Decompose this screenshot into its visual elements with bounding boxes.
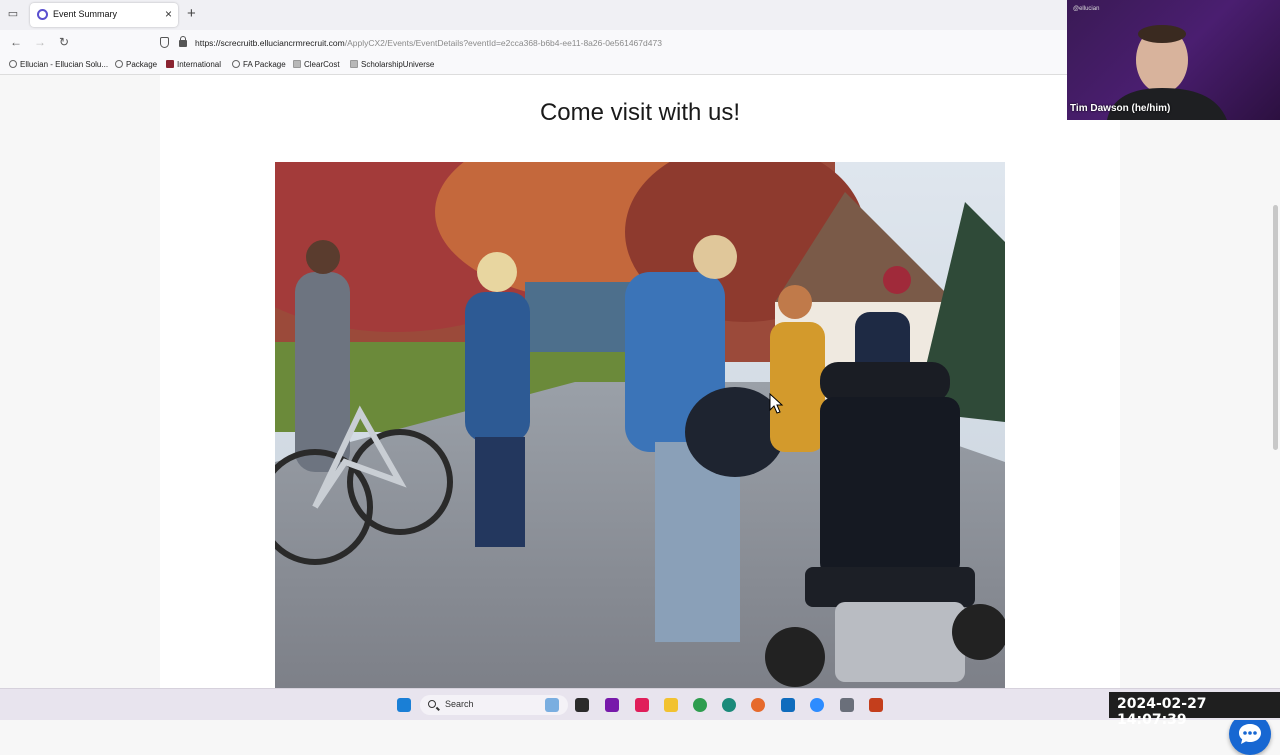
chat-bubble-icon xyxy=(1239,724,1261,744)
participant-video-illustration xyxy=(1107,25,1227,120)
search-icon xyxy=(428,700,436,708)
zoom-icon[interactable] xyxy=(810,698,824,712)
chrome-icon[interactable] xyxy=(693,698,707,712)
bookmark-label: ClearCost xyxy=(304,60,340,69)
forward-icon[interactable]: → xyxy=(32,35,48,49)
bookmark-label: Ellucian - Ellucian Solu... xyxy=(20,60,109,69)
firefox-icon[interactable] xyxy=(751,698,765,712)
video-call-thumbnail: @ellucian Tim Dawson (he/him) xyxy=(1067,0,1280,120)
bookmark-item[interactable]: Package xyxy=(115,60,157,69)
widget-icon[interactable] xyxy=(545,698,559,712)
search-label: Search xyxy=(445,699,474,709)
tab-event-summary[interactable]: Event Summary × xyxy=(30,3,178,27)
bookmark-label: Package xyxy=(126,60,158,69)
bookmark-item[interactable]: International xyxy=(166,60,221,69)
event-card: Come visit with us! xyxy=(160,75,1120,688)
clock: 2024-02-27 14:07:39 xyxy=(1109,692,1280,728)
maroon-square-icon xyxy=(166,60,174,68)
bookmark-label: FA Package xyxy=(243,60,286,69)
shield-icon[interactable] xyxy=(160,37,169,48)
page-heading: Come visit with us! xyxy=(539,99,741,126)
bookmark-item[interactable]: FA Package xyxy=(232,60,286,69)
campus-photo xyxy=(275,162,1005,688)
edge-icon[interactable] xyxy=(722,698,736,712)
bookmark-label: International xyxy=(177,60,222,69)
bookmark-item[interactable]: ClearCost xyxy=(293,60,340,69)
bookmarks-bar: Ellucian - Ellucian Solu... Package Inte… xyxy=(0,56,1067,75)
onenote-icon[interactable] xyxy=(605,698,619,712)
address-bar[interactable]: https://screcruitb.elluciancrmrecruit.co… xyxy=(155,33,1060,53)
campus-photo-illustration xyxy=(275,162,1005,688)
tab-title: Event Summary xyxy=(53,9,118,19)
file-explorer-icon[interactable] xyxy=(664,698,678,712)
windows-start-icon[interactable] xyxy=(397,698,411,712)
reload-icon[interactable]: ↻ xyxy=(56,35,72,49)
globe-icon xyxy=(115,60,123,68)
back-icon[interactable]: ← xyxy=(8,35,24,49)
terminal-icon[interactable] xyxy=(575,698,589,712)
url-text: https://screcruitb.elluciancrmrecruit.co… xyxy=(195,38,662,48)
page-scrollbar[interactable] xyxy=(1273,205,1278,450)
url-path: /ApplyCX2/Events/EventDetails?eventId=e2… xyxy=(344,38,662,48)
bookmark-label: ScholarshipUniverse xyxy=(361,60,435,69)
tab-list-icon[interactable]: ▭ xyxy=(6,7,20,21)
page-icon xyxy=(350,60,358,68)
taskbar: Search 2024-02-27 14:07:39 xyxy=(0,688,1280,728)
powerpoint-icon[interactable] xyxy=(869,698,883,712)
slack-icon[interactable] xyxy=(635,698,649,712)
navigation-bar: ← → ↻ https://screcruitb.elluciancrmrecr… xyxy=(0,30,1067,56)
snipping-icon[interactable] xyxy=(840,698,854,712)
globe-icon xyxy=(9,60,17,68)
lock-icon[interactable] xyxy=(179,36,187,47)
tab-favicon-icon xyxy=(37,9,48,20)
url-host: https://screcruitb.elluciancrmrecruit.co… xyxy=(195,38,345,48)
bookmark-item[interactable]: ScholarshipUniverse xyxy=(350,60,434,69)
outlook-icon[interactable] xyxy=(781,698,795,712)
tab-bar: ▭ Event Summary × + xyxy=(0,0,1067,30)
close-icon[interactable]: × xyxy=(165,7,172,21)
new-tab-button[interactable]: + xyxy=(187,6,196,22)
folder-icon xyxy=(293,60,301,68)
participant-name: Tim Dawson (he/him) xyxy=(1070,103,1171,114)
bookmark-item[interactable]: Ellucian - Ellucian Solu... xyxy=(9,60,108,69)
globe-icon xyxy=(232,60,240,68)
page-content: Come visit with us! xyxy=(0,75,1280,755)
